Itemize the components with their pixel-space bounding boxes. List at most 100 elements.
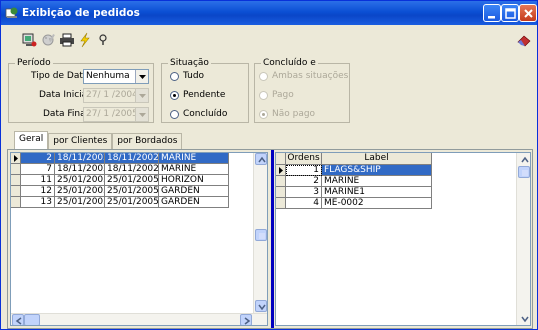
bordados-grid[interactable]: Ordens Label 1 FLAGS&SHIP 2 MARINE 3 MAR… [275,152,531,326]
table-row[interactable]: 3 MARINE1 [276,187,432,198]
label-cell[interactable]: FLAGS&SHIP [322,165,432,176]
table-row[interactable]: 2 MARINE [276,176,432,187]
radio-concluido[interactable]: Concluído [170,109,227,119]
chevron-right-icon [244,317,251,325]
monitor-icon[interactable] [21,32,37,48]
print-icon[interactable] [59,32,75,48]
minimize-button[interactable] [483,4,501,22]
scroll-up-button[interactable] [255,153,267,165]
date-cell[interactable]: 18/11/2002 [55,164,105,175]
lightning-icon[interactable] [77,32,93,48]
radio-pago[interactable]: Pago [259,90,294,100]
header-label[interactable]: Label [322,153,432,165]
tab-por-bordados[interactable]: por Bordados [112,133,183,149]
date-cell[interactable]: 25/01/2005 [55,186,105,197]
radio-pendente-label: Pendente [183,90,226,100]
date-cell[interactable]: 25/01/2005 [55,197,105,208]
table-row[interactable]: 12 25/01/2005 25/01/2005 GARDEN [11,186,229,197]
info-icon[interactable] [95,32,111,48]
scroll-down-button[interactable] [255,300,267,312]
table-row[interactable]: 1 FLAGS&SHIP [276,165,432,176]
table-row[interactable]: 7 18/11/2002 18/11/2002 MARINE [11,164,229,175]
paint-icon[interactable] [41,32,57,48]
scroll-thumb[interactable] [255,229,267,241]
radio-dot [170,109,179,119]
radio-tudo-label: Tudo [183,71,205,81]
scroll-up-button[interactable] [518,153,530,165]
tab-por-clientes[interactable]: por Clientes [48,133,113,149]
chevron-up-icon [521,156,529,163]
grip-icon [522,170,528,176]
header-ordens[interactable]: Ordens [286,153,322,165]
date-cell[interactable]: 25/01/2005 [105,186,159,197]
pedido-num-cell[interactable]: 7 [21,164,55,175]
tipo-data-select[interactable]: Nenhuma [83,69,149,84]
pedidos-grid[interactable]: 2 18/11/2002 18/11/2002 MARINE 7 18/11/2… [10,152,268,326]
eraser-icon[interactable] [516,32,532,48]
close-button[interactable] [519,4,537,22]
chevron-down-icon[interactable] [135,89,148,102]
table-row[interactable]: 4 ME-0002 [276,198,432,209]
ordem-cell[interactable]: 2 [286,176,322,187]
row-indicator [11,186,21,197]
data-final-field[interactable]: 27/ 1 /2005 [83,107,149,122]
table-row[interactable]: 13 25/01/2005 25/01/2005 GARDEN [11,197,229,208]
radio-ambas[interactable]: Ambas situações [259,71,348,81]
client-cell[interactable]: MARINE [159,164,229,175]
tab-geral[interactable]: Geral [14,131,49,149]
table-row[interactable]: 11 25/01/2005 25/01/2005 HORIZON [11,175,229,186]
radio-nao-pago[interactable]: Não pago [259,109,315,119]
title-bar[interactable]: Exibição de pedidos [1,1,537,25]
client-cell[interactable]: MARINE [159,153,229,164]
radio-dot [259,71,268,81]
ordem-cell[interactable]: 1 [286,165,322,176]
scroll-right-button[interactable] [240,314,252,325]
pedido-num-cell[interactable]: 13 [21,197,55,208]
periodo-label: Período [15,58,53,68]
ordem-cell[interactable]: 4 [286,198,322,209]
ordem-cell[interactable]: 3 [286,187,322,198]
pedido-num-cell[interactable]: 2 [21,153,55,164]
label-cell[interactable]: ME-0002 [322,198,432,209]
scroll-down-button[interactable] [518,312,530,324]
table-row[interactable]: 2 18/11/2002 18/11/2002 MARINE [11,153,229,164]
client-cell[interactable]: HORIZON [159,175,229,186]
radio-tudo[interactable]: Tudo [170,71,204,81]
data-inicial-value: 27/ 1 /2004 [86,90,138,100]
label-cell[interactable]: MARINE [322,176,432,187]
date-cell[interactable]: 18/11/2002 [105,164,159,175]
row-pointer-icon [14,155,18,162]
row-indicator [11,175,21,186]
radio-pendente[interactable]: Pendente [170,90,225,100]
minimize-icon [488,16,495,19]
row-indicator [11,164,21,175]
vertical-scrollbar[interactable] [253,153,267,313]
scroll-thumb[interactable] [24,314,40,325]
maximize-button[interactable] [501,4,519,22]
main-window: Exibição de pedidos Período Tipo de Data… [0,0,538,330]
data-inicial-field[interactable]: 27/ 1 /2004 [83,88,149,103]
label-cell[interactable]: MARINE1 [322,187,432,198]
close-icon [524,9,533,18]
date-cell[interactable]: 18/11/2002 [105,153,159,164]
pedido-num-cell[interactable]: 12 [21,186,55,197]
chevron-down-icon[interactable] [135,108,148,121]
concluido-label: Concluído e [261,58,318,68]
pedido-num-cell[interactable]: 11 [21,175,55,186]
radio-dot [170,90,179,100]
scroll-thumb[interactable] [518,166,530,178]
date-cell[interactable]: 18/11/2002 [55,153,105,164]
date-cell[interactable]: 25/01/2005 [105,197,159,208]
scroll-left-button[interactable] [12,314,24,325]
radio-dot [170,71,179,81]
radio-dot [259,109,268,119]
chevron-down-icon[interactable] [135,70,148,83]
client-cell[interactable]: GARDEN [159,186,229,197]
horizontal-scrollbar[interactable] [11,313,267,325]
date-cell[interactable]: 25/01/2005 [105,175,159,186]
chevron-down-icon [258,304,266,311]
splitter[interactable] [271,150,274,328]
date-cell[interactable]: 25/01/2005 [55,175,105,186]
client-cell[interactable]: GARDEN [159,197,229,208]
vertical-scrollbar[interactable] [516,153,530,325]
